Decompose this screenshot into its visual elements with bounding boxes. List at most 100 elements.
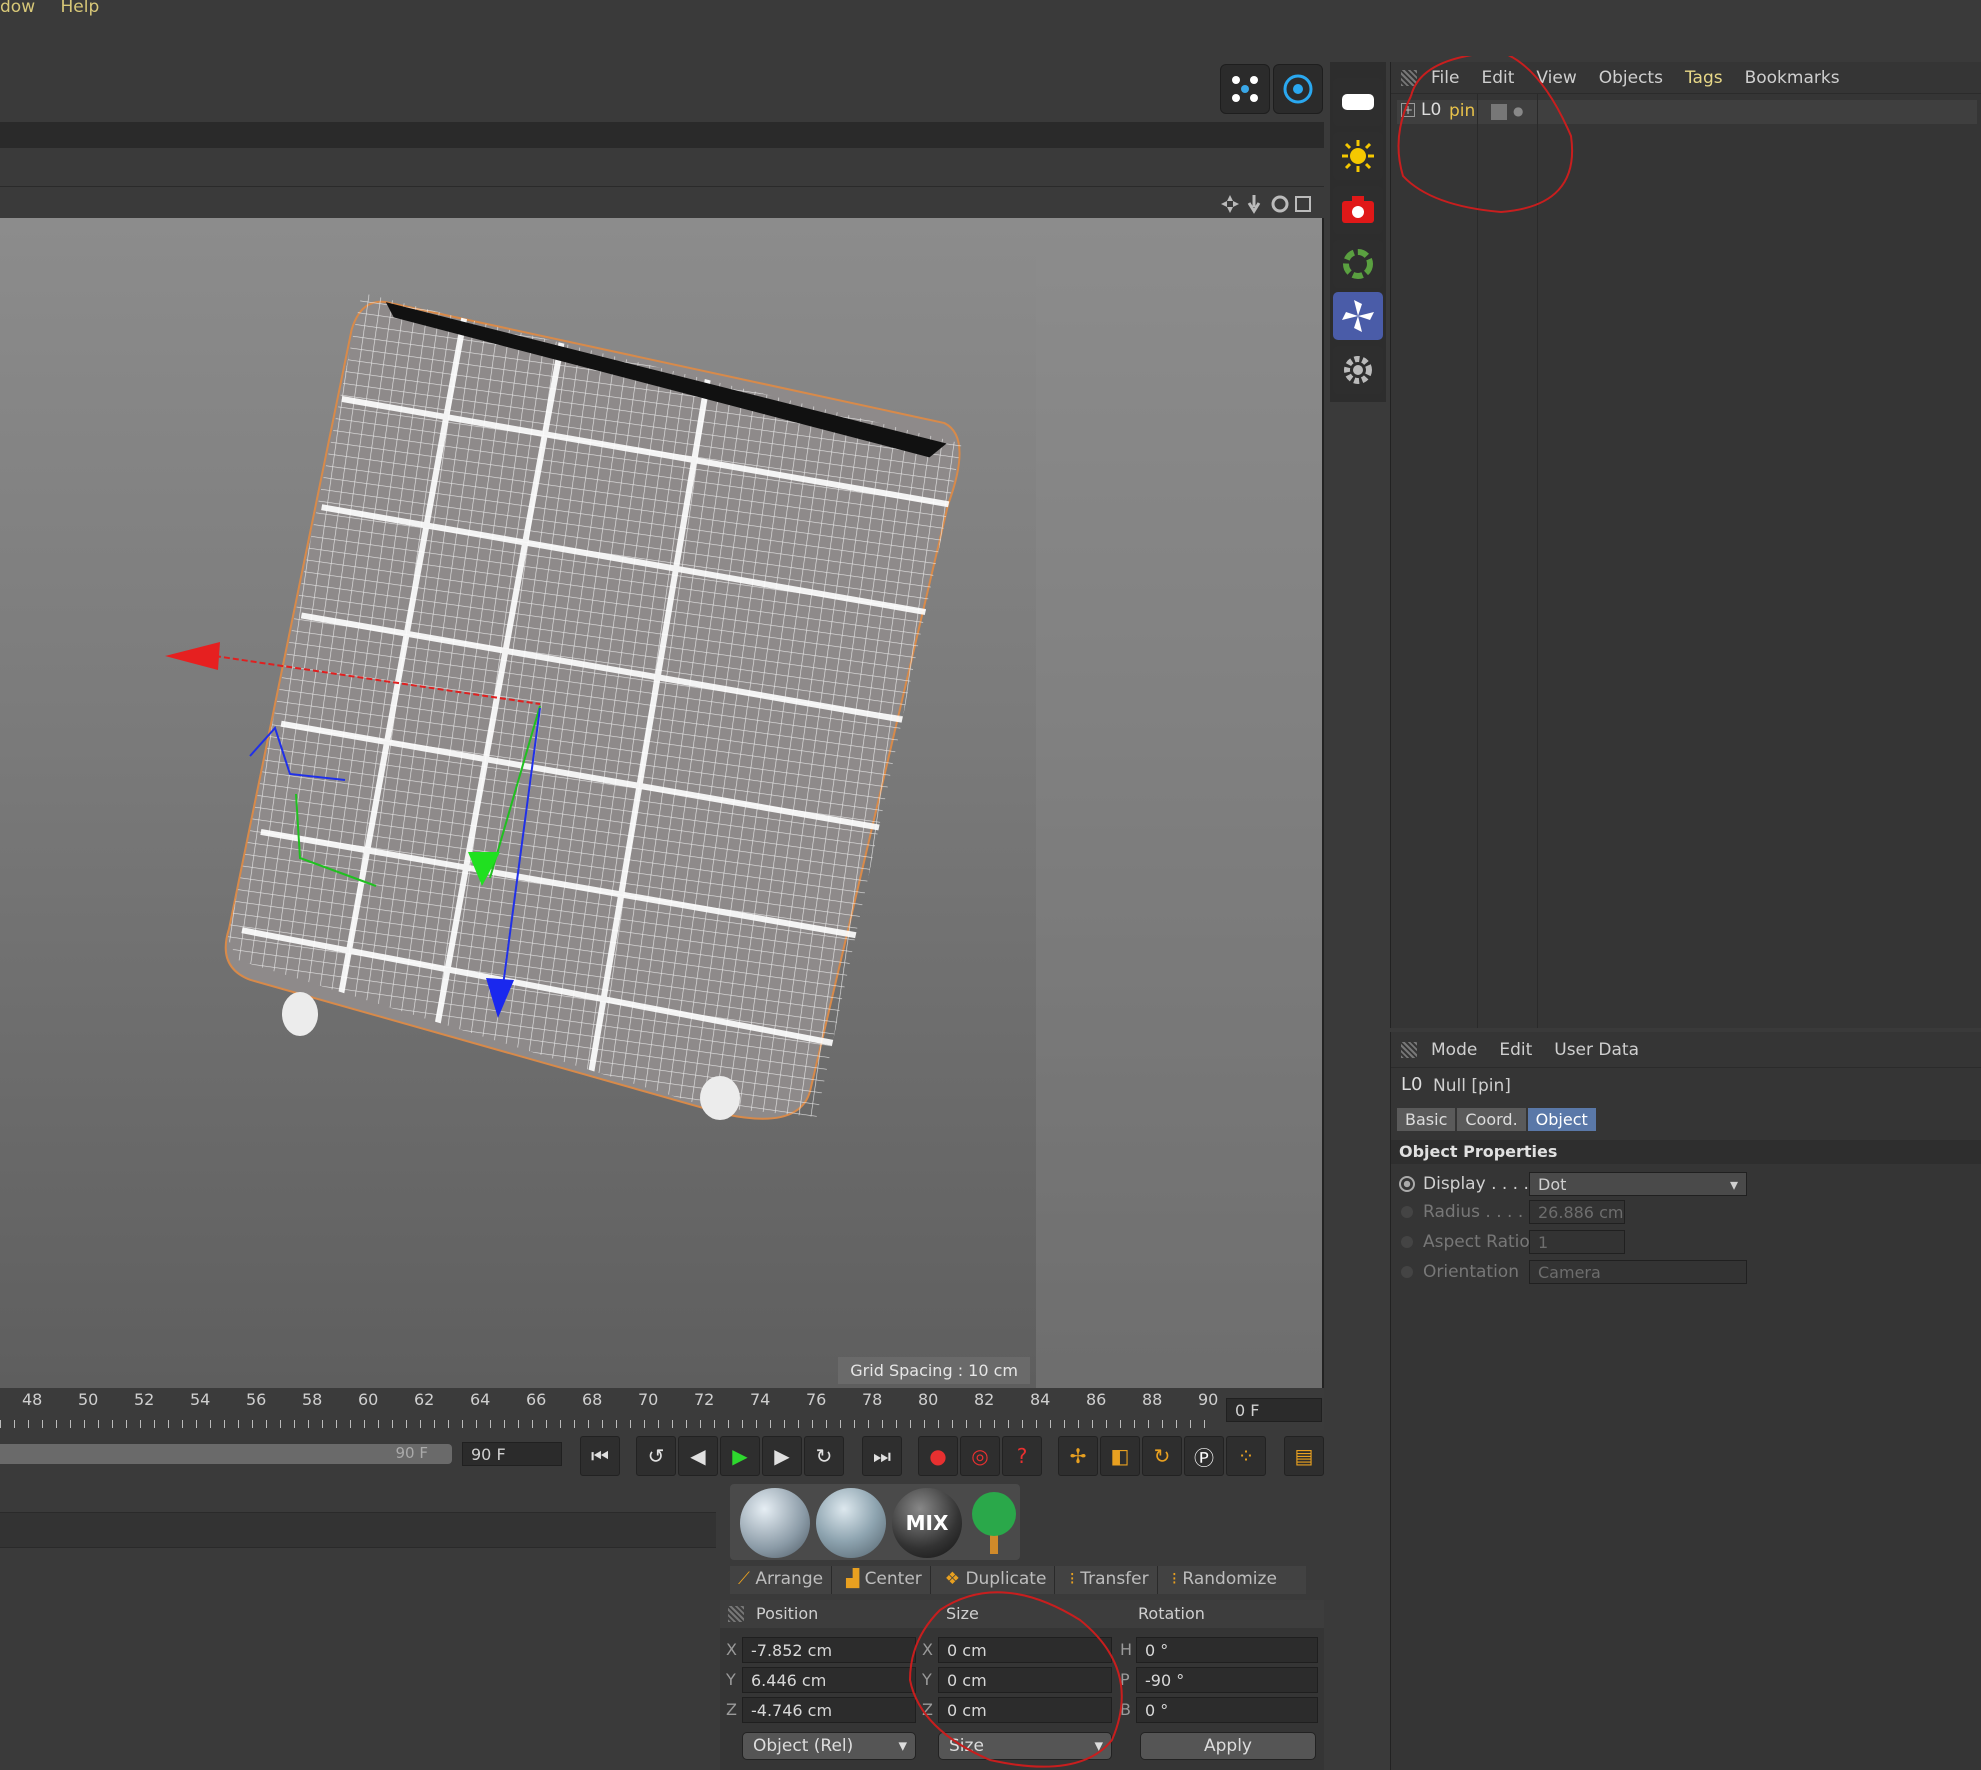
viewport-header (0, 186, 1324, 218)
attribute-menu: Mode Edit User Data (1391, 1032, 1981, 1068)
timeline-tick-label: 82 (974, 1390, 995, 1409)
am-menu-userdata[interactable]: User Data (1554, 1040, 1639, 1060)
red-annotation-circle (908, 1591, 1123, 1768)
display-label: Display . . . . . (1423, 1174, 1540, 1194)
attribute-tabs: Basic Coord. Object (1397, 1108, 1598, 1131)
timeline-tick-label: 54 (190, 1390, 211, 1409)
keyframe-help-icon[interactable]: ? (1002, 1436, 1042, 1476)
mix-material-icon[interactable]: MIX (892, 1488, 962, 1558)
aspect-field: 1 (1529, 1230, 1625, 1254)
randomize-label: Randomize (1182, 1569, 1277, 1589)
timeline-tick-label: 88 (1142, 1390, 1163, 1409)
timeline-tick-label: 56 (246, 1390, 267, 1409)
timeline-tick-label: 78 (862, 1390, 883, 1409)
arrange-label: Arrange (755, 1569, 824, 1589)
orientation-radio (1401, 1266, 1413, 1278)
arrange-button[interactable]: ⟋ Arrange (730, 1566, 833, 1594)
am-menu-mode[interactable]: Mode (1431, 1040, 1477, 1060)
coord-mode-value: Object (Rel) (753, 1736, 854, 1756)
settings-gear-icon[interactable] (1333, 346, 1383, 394)
om-menu-tags[interactable]: Tags (1685, 68, 1723, 88)
snap-target-icon[interactable] (1273, 64, 1323, 114)
section-header: Object Properties (1391, 1140, 1981, 1164)
end-frame-field[interactable]: 90 F (462, 1442, 562, 1466)
rot-p-field[interactable]: -90 ° (1136, 1667, 1318, 1693)
scale-key-icon[interactable]: ◧ (1100, 1436, 1140, 1476)
go-to-start-icon[interactable]: ⏮ (580, 1436, 620, 1476)
viewport-menu-bar (0, 122, 1324, 148)
light-icon[interactable] (1333, 132, 1383, 180)
rot-h-field[interactable]: 0 ° (1136, 1637, 1318, 1663)
timeline-tick-label: 68 (582, 1390, 603, 1409)
pos-z-label: Z (726, 1700, 737, 1719)
radius-radio (1401, 1206, 1413, 1218)
coordinates-manager: Position Size Rotation X -7.852 cm Y 6.4… (720, 1591, 1324, 1770)
current-frame-field[interactable]: 0 F (1226, 1398, 1322, 1422)
column-divider-2 (1537, 94, 1538, 1028)
wireframe-model[interactable] (0, 218, 1036, 1388)
next-key-icon[interactable]: ↻ (804, 1436, 844, 1476)
step-forward-icon[interactable]: ▶ (762, 1436, 802, 1476)
tab-coord[interactable]: Coord. (1457, 1108, 1526, 1131)
point-level-icon[interactable]: ⁘ (1226, 1436, 1266, 1476)
pos-x-label: X (726, 1640, 737, 1659)
viewport-nav-icons[interactable] (1220, 193, 1316, 215)
timeline-tick-label: 70 (638, 1390, 659, 1409)
object-manager: File Edit View Objects Tags Bookmarks + … (1390, 56, 1981, 1028)
rot-b-field[interactable]: 0 ° (1136, 1697, 1318, 1723)
display-dropdown[interactable]: Dot ▾ (1529, 1172, 1747, 1196)
timeline-tick-label: 86 (1086, 1390, 1107, 1409)
record-key-icon[interactable]: ● (918, 1436, 958, 1476)
center-icon: ▟ (846, 1569, 865, 1589)
3d-viewport[interactable]: Grid Spacing : 10 cm (0, 218, 1324, 1388)
timeline-tick-label: 50 (78, 1390, 99, 1409)
go-to-end-icon[interactable]: ⏭ (862, 1436, 902, 1476)
points-mode-icon[interactable] (1220, 64, 1270, 114)
generator-icon[interactable] (1333, 240, 1383, 288)
camera-icon[interactable] (1333, 186, 1383, 234)
timeline-ruler[interactable]: 48 50 52 54 56 58 60 62 64 66 68 70 72 74 76 78 80 82 84 86… (0, 1388, 1324, 1430)
timeline-tick-label: 84 (1030, 1390, 1051, 1409)
timeline-tick-label: 64 (470, 1390, 491, 1409)
step-back-icon[interactable]: ◀ (678, 1436, 718, 1476)
tab-basic[interactable]: Basic (1397, 1108, 1456, 1131)
timeline-window-icon[interactable]: ▤ (1284, 1436, 1324, 1476)
lower-left-divider (0, 1512, 716, 1548)
cube-primitive-icon[interactable] (1333, 78, 1383, 126)
timeline-tick-label: 74 (750, 1390, 771, 1409)
timeline-tick-label: 60 (358, 1390, 379, 1409)
lower-left-panel (0, 1484, 716, 1770)
tab-object[interactable]: Object (1527, 1108, 1596, 1131)
parameter-key-icon[interactable]: Ⓟ (1184, 1436, 1224, 1476)
om-menu-bookmarks[interactable]: Bookmarks (1745, 68, 1840, 88)
om-menu-objects[interactable]: Objects (1599, 68, 1663, 88)
sphere-material-icon[interactable] (740, 1488, 810, 1558)
tree-material-icon[interactable] (964, 1488, 1034, 1558)
autokey-icon[interactable]: ◎ (960, 1436, 1000, 1476)
frame-range-slider[interactable]: 90 F (0, 1444, 452, 1464)
timeline-tick-label: 80 (918, 1390, 939, 1409)
foot-left (282, 992, 318, 1036)
play-icon[interactable]: ▶ (720, 1436, 760, 1476)
rotate-key-icon[interactable]: ↻ (1142, 1436, 1182, 1476)
timeline-tick-label: 58 (302, 1390, 323, 1409)
deformer-icon[interactable] (1333, 292, 1383, 340)
am-menu-edit[interactable]: Edit (1499, 1040, 1532, 1060)
randomize-button[interactable]: ⁝ Randomize (1164, 1566, 1285, 1594)
toolbar-area (0, 20, 1330, 120)
timeline-tick-label: 72 (694, 1390, 715, 1409)
foot-right (700, 1076, 740, 1120)
menu-help[interactable]: Help (61, 0, 100, 17)
previous-key-icon[interactable]: ↺ (636, 1436, 676, 1476)
menu-window[interactable]: dow (0, 0, 35, 17)
attribute-title: Null [pin] (1433, 1076, 1511, 1096)
drag-handle-icon[interactable] (1401, 1042, 1417, 1058)
move-key-icon[interactable]: ✢ (1058, 1436, 1098, 1476)
drag-handle-icon[interactable] (728, 1606, 744, 1622)
timeline-tick-label: 90 (1198, 1390, 1219, 1409)
orientation-label: Orientation (1423, 1262, 1519, 1282)
apply-button[interactable]: Apply (1140, 1732, 1316, 1760)
glass-material-icon[interactable] (816, 1488, 886, 1558)
display-radio[interactable] (1399, 1176, 1415, 1192)
timeline-tick-label: 62 (414, 1390, 435, 1409)
